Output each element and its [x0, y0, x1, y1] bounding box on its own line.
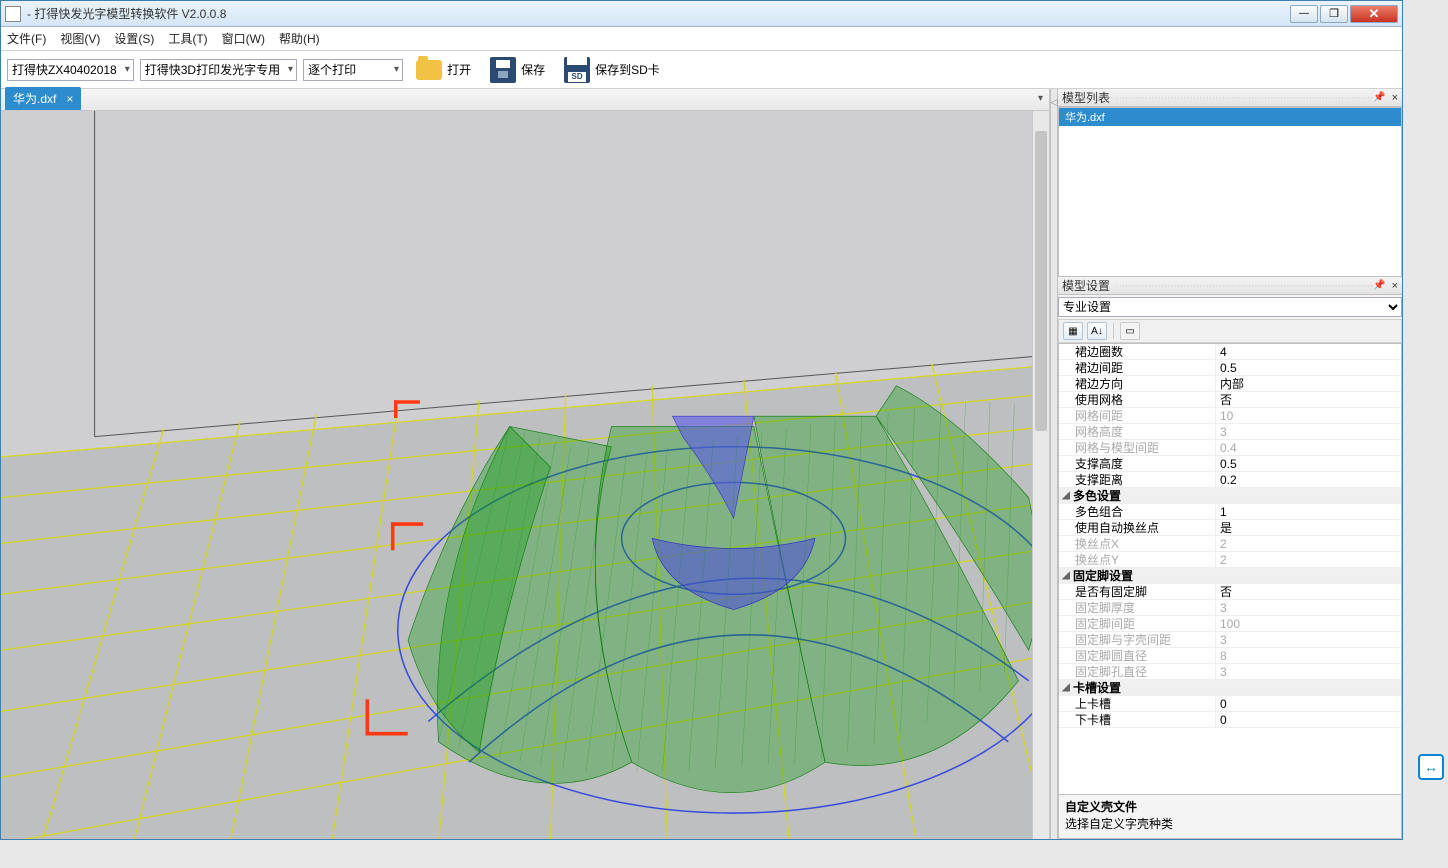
titlebar[interactable]: - 打得快发光字模型转换软件 V2.0.0.8: [1, 1, 1402, 27]
folder-open-icon: [415, 56, 443, 84]
property-group[interactable]: ◢固定脚设置: [1059, 568, 1401, 584]
property-row: 网格与模型间距0.4: [1059, 440, 1401, 456]
property-row[interactable]: 裙边圈数4: [1059, 344, 1401, 360]
propgrid-toolbar: ▦ A↓ ▭: [1058, 319, 1402, 343]
property-row[interactable]: 下卡槽0: [1059, 712, 1401, 728]
right-panel: 模型列表 ∙∙∙∙∙∙∙∙∙∙∙∙∙∙∙∙∙∙∙∙∙∙∙∙∙∙∙∙∙∙∙∙∙∙∙…: [1058, 89, 1402, 839]
property-row[interactable]: 支撑高度0.5: [1059, 456, 1401, 472]
property-row: 固定脚圆直径8: [1059, 648, 1401, 664]
print-mode-dropdown[interactable]: 逐个打印: [303, 59, 403, 81]
model-list[interactable]: 华为.dxf: [1058, 107, 1402, 277]
menu-file[interactable]: 文件(F): [7, 30, 46, 47]
minimize-button[interactable]: [1290, 5, 1318, 23]
menu-tools[interactable]: 工具(T): [168, 30, 207, 47]
printer-dropdown[interactable]: 打得快ZX40402018: [7, 59, 134, 81]
tab-huawei-dxf[interactable]: 华为.dxf ×: [5, 87, 81, 110]
tab-overflow-icon[interactable]: ▾: [1038, 93, 1043, 104]
property-row: 换丝点Y2: [1059, 552, 1401, 568]
model-list-item[interactable]: 华为.dxf: [1059, 108, 1401, 126]
property-row: 网格高度3: [1059, 424, 1401, 440]
propgrid-pages-icon[interactable]: ▭: [1120, 322, 1140, 340]
panel-close-icon[interactable]: ×: [1392, 280, 1398, 292]
property-row[interactable]: 裙边间距0.5: [1059, 360, 1401, 376]
close-button[interactable]: [1350, 5, 1398, 23]
property-row[interactable]: 使用自动换丝点是: [1059, 520, 1401, 536]
model-list-header[interactable]: 模型列表 ∙∙∙∙∙∙∙∙∙∙∙∙∙∙∙∙∙∙∙∙∙∙∙∙∙∙∙∙∙∙∙∙∙∙∙…: [1058, 89, 1402, 107]
property-row[interactable]: 是否有固定脚否: [1059, 584, 1401, 600]
pin-icon[interactable]: 📌: [1373, 280, 1385, 291]
menu-view[interactable]: 视图(V): [60, 30, 100, 47]
floppy-icon: [489, 56, 517, 84]
panel-close-icon[interactable]: ×: [1392, 92, 1398, 104]
property-group[interactable]: ◢卡槽设置: [1059, 680, 1401, 696]
save-sd-button[interactable]: 保存到SD卡: [557, 54, 666, 86]
sort-icon[interactable]: A↓: [1087, 322, 1107, 340]
menu-help[interactable]: 帮助(H): [279, 30, 320, 47]
3d-viewport[interactable]: [1, 111, 1049, 839]
maximize-button[interactable]: [1320, 5, 1348, 23]
menu-settings[interactable]: 设置(S): [114, 30, 154, 47]
model-settings-header[interactable]: 模型设置 ∙∙∙∙∙∙∙∙∙∙∙∙∙∙∙∙∙∙∙∙∙∙∙∙∙∙∙∙∙∙∙∙∙∙∙…: [1058, 277, 1402, 295]
splitter[interactable]: ◁: [1050, 89, 1058, 839]
property-row[interactable]: 上卡槽0: [1059, 696, 1401, 712]
viewport-scrollbar[interactable]: [1032, 111, 1049, 839]
property-row: 固定脚间距100: [1059, 616, 1401, 632]
property-row: 网格间距10: [1059, 408, 1401, 424]
profile-dropdown[interactable]: 打得快3D打印发光字专用: [140, 59, 297, 81]
property-group[interactable]: ◢多色设置: [1059, 488, 1401, 504]
viewport-scene: [1, 111, 1049, 839]
tab-close-icon[interactable]: ×: [66, 92, 73, 106]
toolbar: 打得快ZX40402018 打得快3D打印发光字专用 逐个打印 打开 保存 保存…: [1, 51, 1402, 89]
property-row[interactable]: 多色组合1: [1059, 504, 1401, 520]
menu-window[interactable]: 窗口(W): [222, 30, 265, 47]
app-window: - 打得快发光字模型转换软件 V2.0.0.8 文件(F) 视图(V) 设置(S…: [0, 0, 1403, 840]
property-description: 自定义壳文件 选择自定义字壳种类: [1058, 795, 1402, 839]
menubar: 文件(F) 视图(V) 设置(S) 工具(T) 窗口(W) 帮助(H): [1, 27, 1402, 51]
open-button[interactable]: 打开: [409, 54, 477, 86]
window-title: - 打得快发光字模型转换软件 V2.0.0.8: [27, 5, 1290, 22]
categorize-icon[interactable]: ▦: [1063, 322, 1083, 340]
sd-card-icon: [563, 56, 591, 84]
teamviewer-tray-icon[interactable]: ↔: [1418, 754, 1444, 780]
app-icon: [5, 6, 21, 22]
property-row: 固定脚与字壳间距3: [1059, 632, 1401, 648]
property-row: 换丝点X2: [1059, 536, 1401, 552]
property-row[interactable]: 裙边方向内部: [1059, 376, 1401, 392]
property-row: 固定脚厚度3: [1059, 600, 1401, 616]
save-button[interactable]: 保存: [483, 54, 551, 86]
property-grid[interactable]: 裙边圈数4裙边间距0.5裙边方向内部使用网格否网格间距10网格高度3网格与模型间…: [1058, 343, 1402, 795]
document-tabstrip: 华为.dxf × ▾: [1, 89, 1049, 111]
property-row: 固定脚孔直径3: [1059, 664, 1401, 680]
pin-icon[interactable]: 📌: [1373, 92, 1385, 103]
settings-profile-dropdown[interactable]: 专业设置: [1058, 297, 1402, 317]
property-row[interactable]: 使用网格否: [1059, 392, 1401, 408]
property-row[interactable]: 支撑距离0.2: [1059, 472, 1401, 488]
